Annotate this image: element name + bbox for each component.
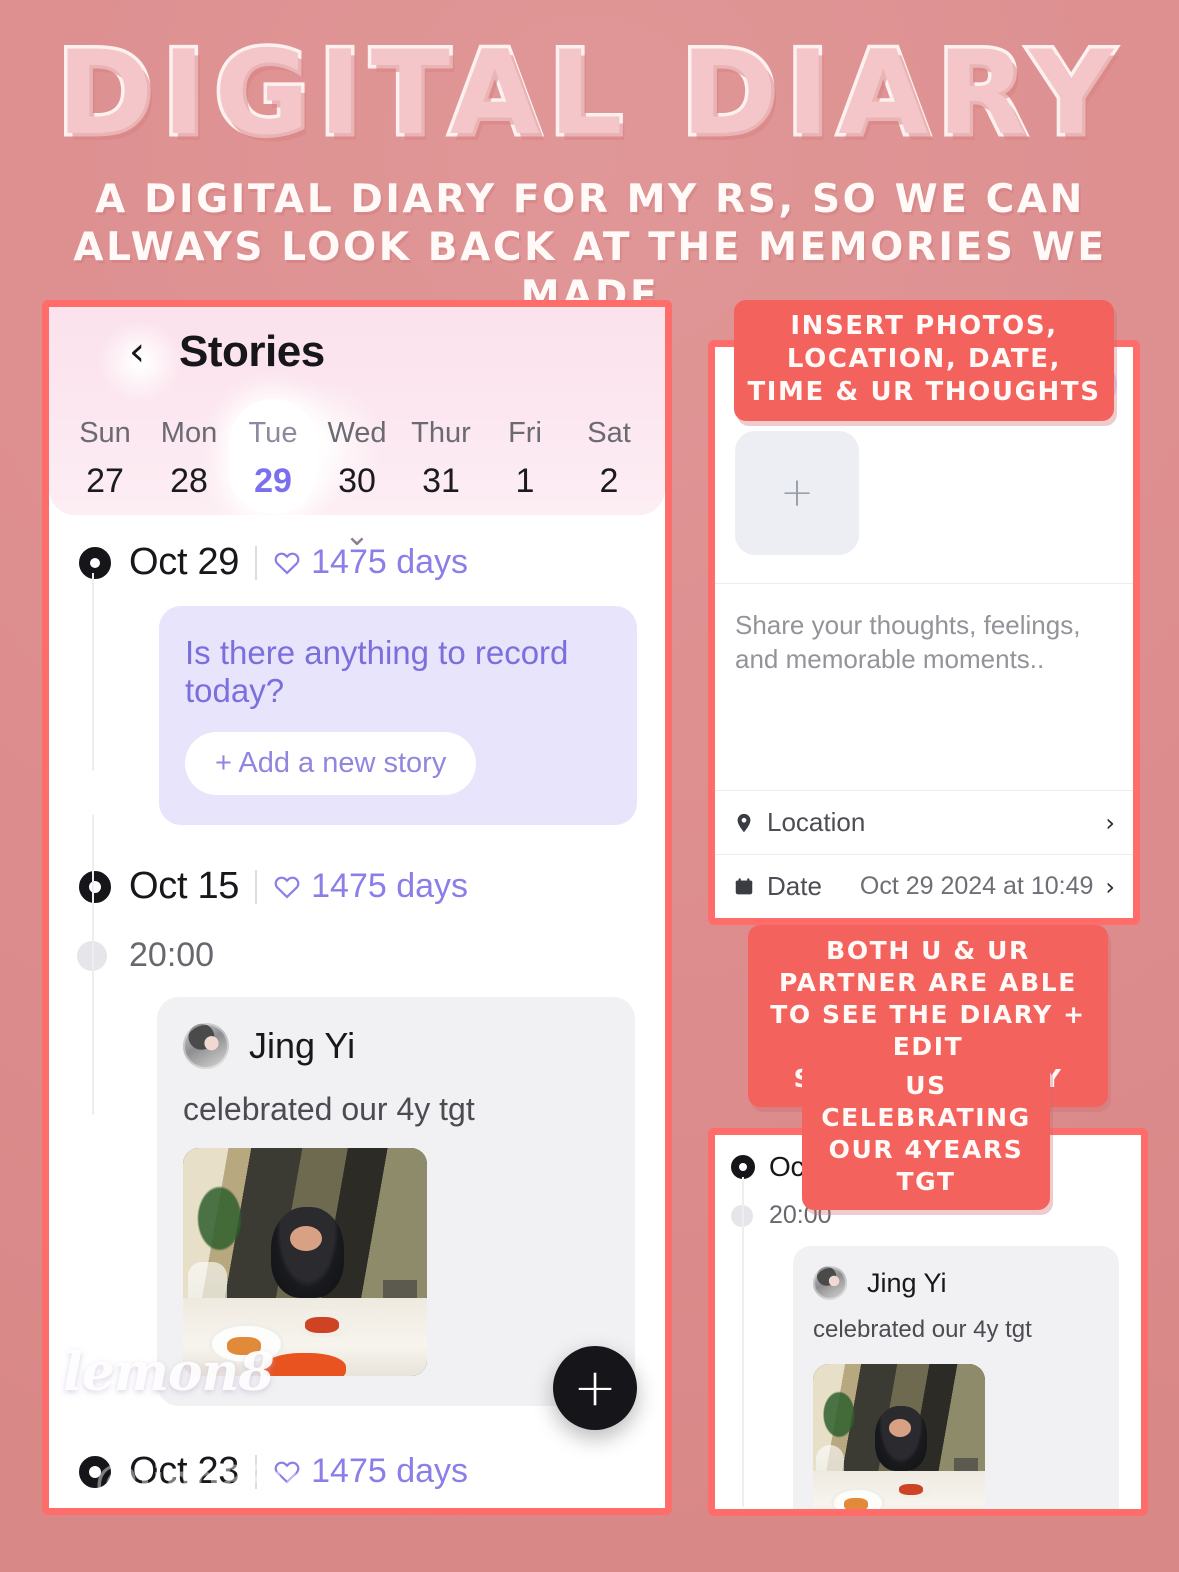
- annotation-us-celebrating: US CELEBRATING OUR 4YEARS TGT: [802, 1060, 1050, 1210]
- post-time-row: 20:00: [49, 936, 665, 975]
- divider: [255, 545, 258, 580]
- day-cell-thur[interactable]: Thur 31: [399, 405, 483, 515]
- week-strip[interactable]: Sun 27 Mon 28 Tue 29 Wed 30 Thur 31 Fri …: [49, 405, 665, 515]
- post-author-name: Jing Yi: [249, 1025, 356, 1066]
- day-name: Wed: [327, 417, 387, 449]
- heart-icon: [274, 552, 300, 574]
- avatar: [813, 1266, 847, 1300]
- entry-date: Oct 15: [129, 865, 240, 907]
- chevron-right-icon[interactable]: ›: [1105, 873, 1115, 901]
- day-number: 29: [254, 462, 292, 500]
- days-count: 1475 days: [311, 867, 469, 905]
- day-cell-sun[interactable]: Sun 27: [63, 405, 147, 515]
- day-cell-tue-selected[interactable]: Tue 29: [231, 405, 315, 515]
- date-row[interactable]: Date Oct 29 2024 at 10:49 ›: [715, 854, 1133, 918]
- date-value: Oct 29 2024 at 10:49: [859, 872, 1094, 900]
- timeline-line: [92, 573, 94, 771]
- entry-marker-icon: [79, 870, 111, 903]
- date-label: Date: [767, 871, 822, 901]
- post-author-row: Jing Yi: [183, 1023, 609, 1069]
- days-count: 1475 days: [311, 543, 469, 581]
- days-count: 1475 days: [311, 1452, 469, 1490]
- location-row[interactable]: Location ›: [715, 790, 1133, 854]
- day-name: Mon: [160, 417, 218, 449]
- stories-header: ‹ Stories Sun 27 Mon 28 Tue 29 Wed 30 Th…: [49, 307, 665, 551]
- chevron-left-icon[interactable]: ‹: [117, 332, 157, 372]
- avatar: [183, 1023, 229, 1069]
- day-number: 31: [422, 462, 460, 500]
- day-number: 27: [86, 462, 124, 500]
- page-title: DIGITAL DIARY: [53, 23, 1123, 165]
- entry-marker-icon: [79, 546, 111, 579]
- prompt-text: Is there anything to record today?: [185, 634, 569, 709]
- day-number: 30: [338, 462, 376, 500]
- page-subtitle: A DIGITAL DIARY FOR MY RS, SO WE CAN ALW…: [73, 177, 1107, 318]
- story-text-input[interactable]: Share your thoughts, feelings, and memor…: [715, 584, 1133, 676]
- add-story-fab[interactable]: +: [553, 1346, 637, 1430]
- day-name: Tue: [248, 417, 298, 449]
- divider: [255, 869, 258, 904]
- day-number: 2: [599, 462, 619, 500]
- post-photo[interactable]: [813, 1364, 985, 1509]
- entry-header-oct29: Oct 29 1475 days: [49, 541, 665, 584]
- story-post-card[interactable]: Jing Yi celebrated our 4y tgt: [157, 997, 635, 1406]
- post-time: 20:00: [129, 936, 215, 974]
- add-new-story-button[interactable]: + Add a new story: [185, 732, 477, 795]
- entry-date: Oct 29: [129, 541, 240, 583]
- stories-screen-frame: ‹ Stories Sun 27 Mon 28 Tue 29 Wed 30 Th…: [42, 300, 672, 1515]
- day-cell-wed[interactable]: Wed 30: [315, 405, 399, 515]
- day-name: Sat: [587, 417, 631, 449]
- record-prompt-card[interactable]: Is there anything to record today? + Add…: [159, 606, 637, 825]
- chevron-right-icon[interactable]: ›: [1105, 809, 1115, 837]
- post-author-name: Jing Yi: [867, 1267, 947, 1298]
- post-text: celebrated our 4y tgt: [813, 1316, 1032, 1343]
- status-badge-days: 1475 days: [273, 543, 468, 582]
- entry-marker-icon: [731, 1155, 755, 1179]
- new-story-meta-rows: Location › Date Oct 29 2024 at 10:49 ›: [715, 790, 1133, 918]
- timeline-line: [742, 1177, 744, 1507]
- post-photo[interactable]: [183, 1148, 427, 1376]
- day-cell-sat[interactable]: Sat 2: [567, 405, 651, 515]
- day-number: 1: [515, 462, 535, 500]
- timeline-line: [92, 815, 94, 1115]
- day-name: Sun: [79, 417, 131, 449]
- annotation-insert: INSERT PHOTOS, LOCATION, DATE, TIME & UR…: [734, 300, 1114, 421]
- location-pin-icon: [737, 813, 751, 832]
- new-story-screen-frame: ‹ New Story Post + Share your thoughts, …: [708, 340, 1140, 925]
- stories-title: Stories: [179, 327, 325, 376]
- day-name: Fri: [508, 417, 542, 449]
- day-name: Thur: [411, 417, 471, 449]
- day-cell-fri[interactable]: Fri 1: [483, 405, 567, 515]
- post-author-row: Jing Yi: [813, 1266, 1099, 1300]
- stories-nav-row: ‹ Stories: [49, 321, 665, 401]
- entry-header-oct15: Oct 15 1475 days: [49, 865, 665, 908]
- story-post-card[interactable]: Jing Yi celebrated our 4y tgt: [793, 1246, 1119, 1509]
- poster-canvas: DIGITAL DIARY A DIGITAL DIARY FOR MY RS,…: [0, 0, 1179, 1572]
- status-badge-days: 1475 days: [273, 867, 468, 906]
- location-label: Location: [767, 807, 866, 837]
- day-number: 28: [170, 462, 208, 500]
- post-text: celebrated our 4y tgt: [183, 1091, 475, 1127]
- calendar-icon: [735, 877, 753, 894]
- day-cell-mon[interactable]: Mon 28: [147, 405, 231, 515]
- heart-icon: [274, 876, 300, 898]
- author-handle: @jing88yi: [95, 1456, 311, 1505]
- add-photo-button[interactable]: +: [735, 431, 859, 555]
